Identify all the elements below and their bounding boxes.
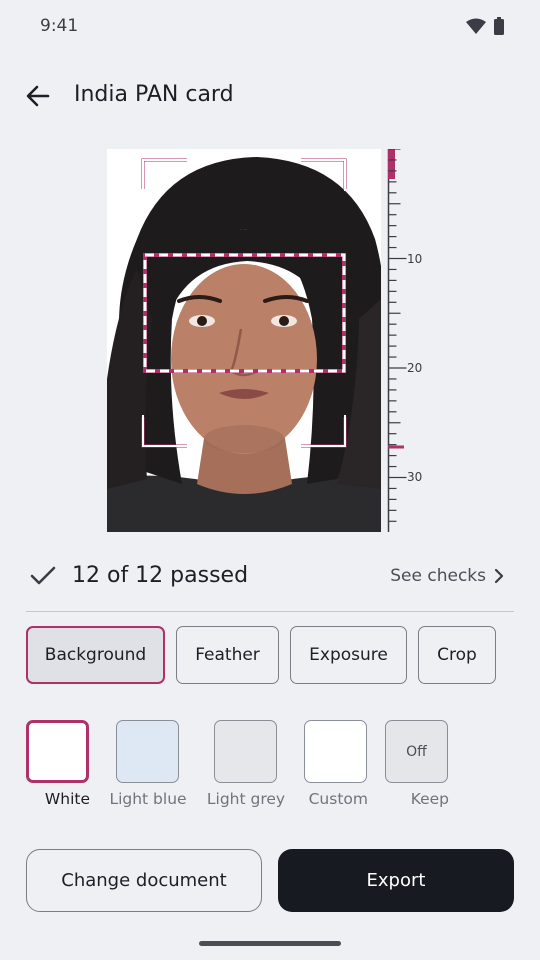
wifi-icon bbox=[466, 18, 486, 34]
swatch-label: White bbox=[44, 790, 90, 808]
tab-label: Background bbox=[44, 645, 147, 665]
swatch-label: Light grey bbox=[206, 790, 286, 808]
ruler-label-20: 20 bbox=[407, 361, 422, 375]
tab-crop[interactable]: Crop bbox=[418, 626, 496, 684]
export-label: Export bbox=[366, 870, 426, 891]
swatch-color bbox=[304, 720, 367, 783]
ruler-label-10: 10 bbox=[407, 252, 422, 266]
swatch-label: Custom bbox=[308, 790, 368, 808]
change-document-button[interactable]: Change document bbox=[26, 849, 262, 912]
swatch-light-grey[interactable]: Light grey bbox=[207, 720, 285, 808]
photo-preview[interactable] bbox=[107, 149, 381, 532]
change-document-label: Change document bbox=[61, 870, 227, 891]
swatch-color bbox=[26, 720, 89, 783]
background-swatches: White Light blue Light grey Custom Off K… bbox=[26, 720, 496, 820]
swatch-white[interactable]: White bbox=[26, 720, 90, 808]
ruler-indicator-top bbox=[388, 149, 395, 179]
swatch-label: Light blue bbox=[109, 790, 187, 808]
tab-feather[interactable]: Feather bbox=[176, 626, 279, 684]
height-ruler: 10 20 30 bbox=[387, 149, 422, 532]
checks-summary: 12 of 12 passed bbox=[72, 563, 249, 588]
home-indicator[interactable] bbox=[199, 941, 341, 946]
battery-icon bbox=[494, 17, 504, 35]
swatch-color bbox=[214, 720, 277, 783]
tab-exposure[interactable]: Exposure bbox=[290, 626, 407, 684]
see-checks-label: See checks bbox=[390, 566, 486, 586]
page-title: India PAN card bbox=[74, 82, 234, 107]
swatch-custom[interactable]: Custom bbox=[304, 720, 368, 808]
arrow-left-icon bbox=[26, 85, 50, 107]
status-bar: 9:41 bbox=[0, 0, 540, 54]
portrait-photo bbox=[107, 149, 381, 532]
swatch-keep[interactable]: Off Keep bbox=[385, 720, 449, 808]
swatch-color bbox=[116, 720, 179, 783]
ruler-label-30: 30 bbox=[407, 470, 422, 484]
swatch-label: Keep bbox=[410, 790, 449, 808]
check-icon bbox=[30, 566, 56, 585]
status-time: 9:41 bbox=[40, 16, 79, 36]
swatch-color: Off bbox=[385, 720, 448, 783]
tab-background[interactable]: Background bbox=[26, 626, 165, 684]
back-button[interactable] bbox=[22, 80, 54, 112]
checks-row: 12 of 12 passed See checks bbox=[0, 556, 540, 600]
app-bar: India PAN card bbox=[0, 72, 540, 122]
edit-tabs: Background Feather Exposure Crop bbox=[26, 626, 496, 684]
export-button[interactable]: Export bbox=[278, 849, 514, 912]
status-icons bbox=[466, 17, 504, 35]
tab-label: Feather bbox=[195, 645, 260, 665]
tab-label: Crop bbox=[437, 645, 477, 665]
see-checks-link[interactable]: See checks bbox=[390, 566, 504, 586]
divider bbox=[26, 611, 514, 612]
tab-label: Exposure bbox=[309, 645, 388, 665]
swatch-off-text: Off bbox=[406, 743, 427, 760]
chevron-right-icon bbox=[494, 568, 504, 584]
swatch-light-blue[interactable]: Light blue bbox=[109, 720, 187, 808]
